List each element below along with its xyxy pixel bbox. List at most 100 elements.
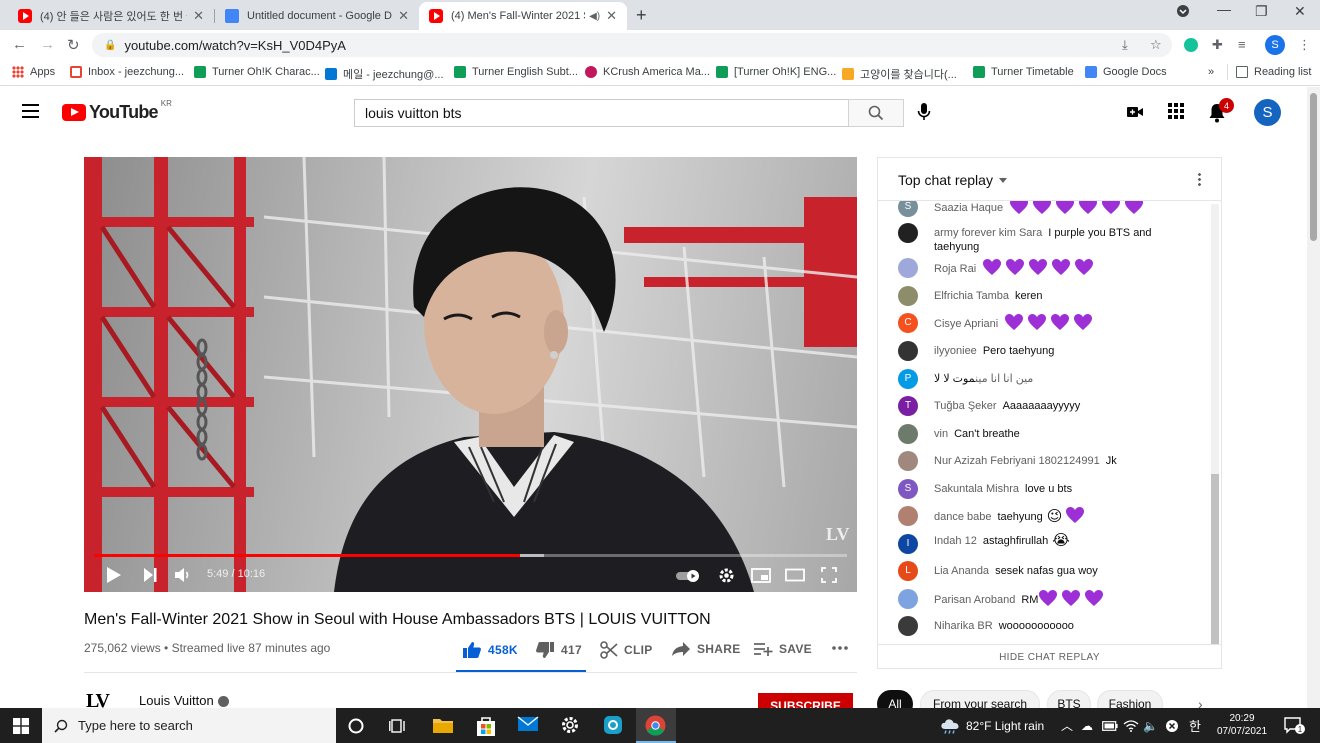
chat-scrollbar[interactable] (1211, 204, 1219, 644)
back-arrow-icon[interactable]: ← (12, 36, 27, 53)
chat-message[interactable]: Niharika BR wooooooooooo (898, 616, 1198, 636)
settings-app-button[interactable] (560, 715, 582, 737)
extensions-puzzle-icon[interactable]: ✚ (1212, 37, 1223, 53)
chat-author-avatar[interactable]: L (898, 561, 918, 581)
chat-message[interactable]: I Indah 12 astaghfirullah 😭 (898, 533, 1198, 554)
chat-author-name[interactable]: Tuğba Şeker (934, 400, 997, 412)
mail-button[interactable] (517, 715, 539, 737)
media-control-icon[interactable]: ≡ (1238, 37, 1246, 52)
mute-button[interactable] (174, 567, 192, 588)
save-button[interactable]: SAVE (753, 641, 812, 657)
chat-author-name[interactable]: Cisye Apriani (934, 318, 998, 330)
chat-message-list[interactable]: S Saazia Haque army forever kim Sara I purp… (878, 201, 1209, 641)
play-button[interactable] (106, 566, 122, 589)
chat-message[interactable]: army forever kim Sara I purple you BTS an… (898, 223, 1198, 254)
bookmark-cat[interactable]: 고양이를 찾습니다(... (842, 66, 957, 82)
chat-mode-dropdown[interactable]: Top chat replay (898, 172, 1007, 188)
zoom-app-button[interactable] (603, 715, 625, 737)
bookmark-outlook[interactable]: 메일 - jeezchung@... (325, 66, 444, 82)
ime-language-indicator[interactable]: 한 (1189, 708, 1201, 743)
tab-audio-icon[interactable]: ◀) (589, 11, 600, 22)
browser-tab-2[interactable]: Untitled document - Google Doc ✕ (215, 2, 419, 30)
taskbar-search-box[interactable]: Type here to search (42, 708, 336, 743)
chat-author-name[interactable]: Parisan Aroband (934, 594, 1015, 606)
chat-author-avatar[interactable] (898, 341, 918, 361)
browser-profile-avatar[interactable]: S (1265, 35, 1285, 55)
tab-close-icon[interactable]: ✕ (606, 8, 617, 24)
bookmark-star-icon[interactable]: ☆ (1150, 37, 1162, 53)
youtube-logo[interactable]: YouTube KR (62, 99, 172, 123)
chat-author-avatar[interactable]: T (898, 396, 918, 416)
chat-author-avatar[interactable]: C (898, 313, 918, 333)
chat-message[interactable]: Parisan Aroband RM (898, 589, 1198, 611)
chat-author-avatar[interactable] (898, 223, 918, 243)
voice-search-button[interactable] (916, 102, 932, 127)
channel-name[interactable]: Louis Vuitton (139, 693, 214, 708)
video-progress-bar[interactable] (94, 554, 847, 557)
chat-message[interactable]: ilyyoniee Pero taehyung (898, 341, 1198, 361)
bookmark-google-docs[interactable]: Google Docs (1085, 66, 1167, 78)
chat-message[interactable]: T Tuğba Şeker Aaaaaaaayyyyy (898, 396, 1198, 416)
chat-author-name[interactable]: dance babe (934, 511, 992, 523)
chat-author-name[interactable]: ilyyoniee (934, 345, 977, 357)
chat-author-avatar[interactable] (898, 424, 918, 444)
chat-author-name[interactable]: Saazia Haque (934, 202, 1003, 214)
hamburger-menu-icon[interactable] (22, 104, 39, 118)
chat-message[interactable]: vin Can't breathe (898, 424, 1198, 444)
reload-icon[interactable]: ↻ (67, 36, 80, 54)
chat-message[interactable]: L Lia Ananda sesek nafas gua woy (898, 561, 1198, 581)
chat-author-avatar[interactable]: I (898, 534, 918, 554)
chat-author-avatar[interactable] (898, 616, 918, 636)
task-view-button[interactable] (389, 718, 411, 740)
tray-show-hidden-chevron-icon[interactable]: ︿ (1061, 708, 1073, 743)
autoplay-toggle[interactable] (676, 569, 702, 587)
mic-muted-icon[interactable] (1165, 708, 1179, 743)
action-center-button[interactable]: 1 (1284, 708, 1306, 743)
chat-author-name[interactable]: Sakuntala Mishra (934, 483, 1019, 495)
tab-search-chevron-icon[interactable] (1176, 3, 1190, 20)
more-actions-button[interactable] (831, 645, 855, 651)
chat-author-avatar[interactable] (898, 258, 918, 278)
speaker-volume-icon[interactable]: 🔈 (1143, 708, 1158, 743)
tab-close-icon[interactable]: ✕ (398, 8, 409, 24)
tab-close-icon[interactable]: ✕ (193, 8, 204, 24)
next-button[interactable] (143, 567, 157, 588)
forward-arrow-icon[interactable]: → (40, 36, 55, 53)
chat-message[interactable]: P مين انا انا مينموت لا لا (898, 369, 1198, 389)
video-player[interactable] (84, 157, 857, 592)
chat-message[interactable]: dance babe taehyung 😉 (898, 506, 1198, 528)
search-input[interactable]: louis vuitton bts (354, 99, 848, 127)
chat-more-kebab-icon[interactable] (1198, 172, 1201, 187)
bookmark-kcrush[interactable]: KCrush America Ma... (585, 66, 710, 78)
grammarly-extension-icon[interactable] (1184, 38, 1198, 52)
search-button[interactable] (848, 99, 904, 127)
restore-window-icon[interactable]: ❐ (1255, 3, 1268, 20)
share-button[interactable]: SHARE (671, 641, 741, 657)
miniplayer-button[interactable] (751, 568, 771, 588)
page-scrollbar-thumb[interactable] (1310, 93, 1317, 241)
bookmark-gmail[interactable]: Inbox - jeezchung... (70, 66, 184, 78)
chat-author-avatar[interactable] (898, 589, 918, 609)
bookmark-sheets-2[interactable]: Turner English Subt... (454, 66, 578, 78)
dislike-button[interactable]: 417 (535, 641, 582, 659)
hide-chat-replay-button[interactable]: HIDE CHAT REPLAY (878, 644, 1221, 669)
taskbar-chrome-active[interactable] (636, 708, 676, 743)
bookmark-sheets-1[interactable]: Turner Oh!K Charac... (194, 66, 320, 78)
new-tab-plus-icon[interactable]: + (636, 5, 647, 26)
cortana-button[interactable] (347, 717, 369, 739)
chat-message[interactable]: S Sakuntala Mishra love u bts (898, 479, 1198, 499)
chat-author-avatar[interactable] (898, 286, 918, 306)
chat-message[interactable]: S Saazia Haque (898, 201, 1198, 219)
chat-author-avatar[interactable] (898, 506, 918, 526)
theater-mode-button[interactable] (785, 568, 805, 587)
page-scrollbar[interactable] (1307, 87, 1320, 708)
chat-author-name[interactable]: Lia Ananda (934, 565, 989, 577)
chat-author-name[interactable]: مين انا انا مين (975, 373, 1033, 385)
chat-author-name[interactable]: Nur Azizah Febriyani 1802124991 (934, 455, 1100, 467)
weather-widget[interactable]: 82°F Light rain (940, 708, 1044, 743)
chat-author-avatar[interactable]: S (898, 479, 918, 499)
bookmark-sheets-3[interactable]: [Turner Oh!K] ENG... (716, 66, 836, 78)
battery-icon[interactable] (1102, 708, 1118, 743)
install-app-icon[interactable]: ⤓ (1122, 37, 1128, 53)
windows-start-button[interactable] (13, 718, 29, 739)
